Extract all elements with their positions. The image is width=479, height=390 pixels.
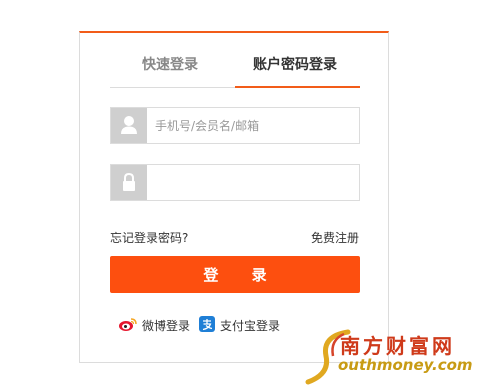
southmoney-watermark: 南方财富网 outhmoney.com xyxy=(300,326,475,386)
username-field xyxy=(110,107,360,144)
alipay-login-label: 支付宝登录 xyxy=(220,318,281,333)
tab-quick-login[interactable]: 快速登录 xyxy=(142,54,198,74)
alipay-icon xyxy=(198,315,220,336)
login-button[interactable]: 登 录 xyxy=(110,256,360,293)
password-field xyxy=(110,164,360,201)
forgot-password-link[interactable]: 忘记登录密码? xyxy=(110,229,188,246)
tab-account-login[interactable]: 账户密码登录 xyxy=(253,54,337,74)
watermark-cn: 南方财富网 xyxy=(340,334,455,358)
weibo-login-label: 微博登录 xyxy=(142,318,191,333)
lock-icon xyxy=(111,165,147,200)
username-input[interactable] xyxy=(147,108,359,143)
weibo-login-link[interactable]: 微博登录 xyxy=(118,315,190,335)
watermark-en: outhmoney.com xyxy=(338,356,473,374)
alipay-login-link[interactable]: 支付宝登录 xyxy=(198,315,280,335)
active-tab-indicator xyxy=(235,86,360,88)
user-icon xyxy=(111,108,147,143)
login-panel: 快速登录 账户密码登录 忘记登录密码? 免费注册 登 录 xyxy=(79,31,389,363)
weibo-icon xyxy=(118,316,142,335)
password-input[interactable] xyxy=(147,165,359,200)
register-link[interactable]: 免费注册 xyxy=(311,229,359,246)
login-tabs: 快速登录 账户密码登录 xyxy=(110,33,360,89)
